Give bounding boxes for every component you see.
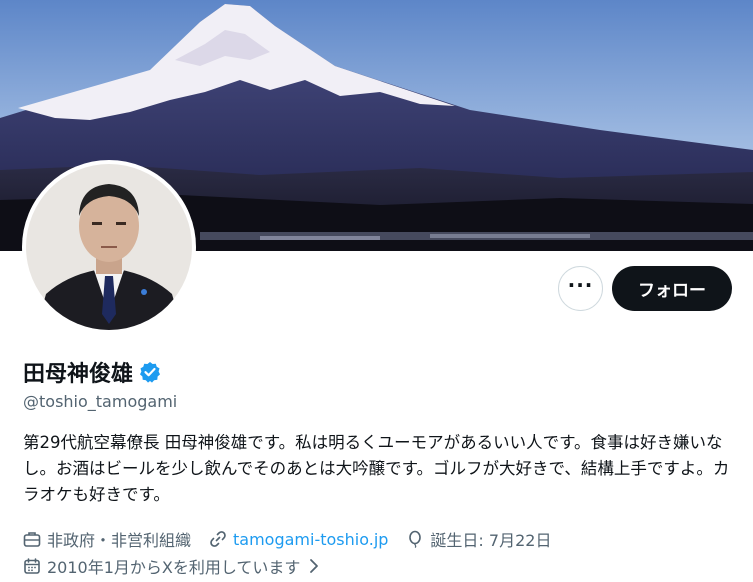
website-link[interactable]: tamogami-toshio.jp [233,530,388,549]
meta-website: tamogami-toshio.jp [209,530,388,549]
chevron-right-icon [308,558,326,574]
calendar-icon [24,558,40,574]
profile-avatar[interactable] [26,164,192,330]
user-handle: @toshio_tamogami [23,392,178,411]
more-dots-icon: ··· [567,272,594,297]
briefcase-icon [23,532,41,547]
display-name: 田母神俊雄 [23,362,134,387]
category-label: 非政府・非営利組織 [47,531,192,550]
profile-name-row: 田母神俊雄 [23,356,161,388]
balloon-icon [409,530,422,548]
profile-bio: 第29代航空幕僚長 田母神俊雄です。私は明るくユーモアがあるいい人です。食事は好… [23,433,730,504]
follow-button[interactable]: フォロー [612,266,732,311]
joined-label: 2010年1月からXを利用しています [47,558,301,577]
profile-meta-row: 非政府・非営利組織 tamogami-toshio.jp 誕生日: 7月22日 [23,527,569,551]
verified-badge-icon[interactable] [139,361,161,383]
profile-joined-row[interactable]: 2010年1月からXを利用しています [23,554,326,578]
profile-avatar-frame[interactable] [22,160,196,334]
meta-joined[interactable]: 2010年1月からXを利用しています [23,554,326,578]
link-icon [210,531,226,547]
more-options-button[interactable]: ··· [558,266,603,311]
meta-category: 非政府・非営利組織 [23,527,191,551]
meta-birthday: 誕生日: 7月22日 [406,527,551,551]
birthday-label: 誕生日: 7月22日 [430,531,552,550]
